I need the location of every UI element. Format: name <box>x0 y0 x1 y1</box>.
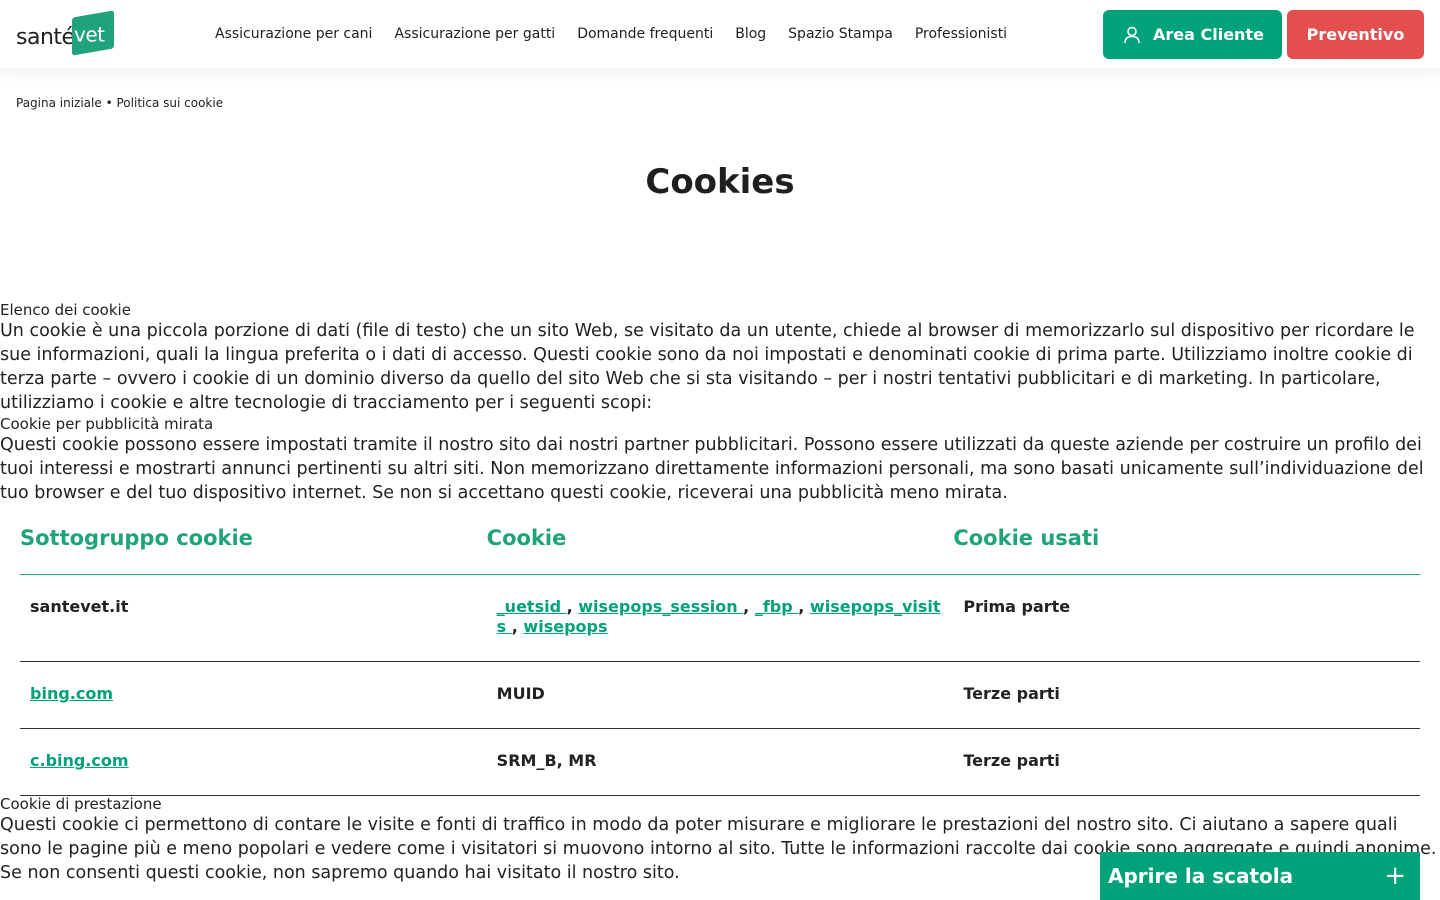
cookies-cell: SRM_B, MR <box>496 751 597 770</box>
open-box-label: Aprire la scatola <box>1108 864 1294 888</box>
table-row: c.bing.com SRM_B, MR Terze parti <box>20 729 1420 796</box>
targeted-ads-text: Questi cookie possono essere impostati t… <box>0 435 1424 503</box>
subgroup-cell: bing.com <box>20 684 487 728</box>
table-row: santevet.it _uetsid , wisepops_session ,… <box>20 575 1420 662</box>
table-header: Sottogruppo cookie <box>20 526 253 550</box>
nav-cat-insurance[interactable]: Assicurazione per gatti <box>394 26 555 42</box>
breadcrumb-separator: • <box>105 96 113 110</box>
logo-box-text: vet <box>74 22 105 47</box>
table-row: bing.com MUID Terze parti <box>20 662 1420 729</box>
section-heading-targeted-ads: Cookie per pubblicità mirata <box>0 415 214 433</box>
logo-vet-box: vet <box>72 10 114 56</box>
section-heading-performance: Cookie di prestazione <box>0 795 162 813</box>
preventivo-label: Preventivo <box>1306 25 1405 44</box>
cookie-list-section: Elenco dei cookie Un cookie è una piccol… <box>0 301 1440 505</box>
cookie-table: Sottogruppo cookie Cookie Cookie usati s… <box>20 518 1420 796</box>
table-header-row: Sottogruppo cookie Cookie Cookie usati <box>20 518 1420 575</box>
subgroup-cell: c.bing.com <box>20 751 487 795</box>
table-header: Cookie usati <box>953 526 1100 550</box>
cookies-cell: MUID <box>496 684 545 703</box>
cookie-link[interactable]: _uetsid <box>497 597 567 616</box>
page-title: Cookies <box>645 162 795 202</box>
breadcrumb: Pagina iniziale • Politica sui cookie <box>16 96 223 110</box>
subgroup-cell: santevet.it <box>30 597 129 616</box>
preventivo-button[interactable]: Preventivo <box>1287 10 1424 59</box>
main-nav: Assicurazione per cani Assicurazione per… <box>215 26 1007 42</box>
subgroup-link[interactable]: c.bing.com <box>30 751 129 770</box>
breadcrumb-current: Politica sui cookie <box>116 96 224 110</box>
used-cell: Terze parti <box>963 751 1060 770</box>
cookie-intro-text: Un cookie è una piccola porzione di dati… <box>0 321 1415 413</box>
area-cliente-button[interactable]: Area Cliente <box>1103 10 1282 59</box>
breadcrumb-home[interactable]: Pagina iniziale <box>16 96 102 110</box>
site-header: santé vet Assicurazione per cani Assicur… <box>0 0 1440 68</box>
used-cell: Terze parti <box>963 684 1060 703</box>
nav-dog-insurance[interactable]: Assicurazione per cani <box>215 26 372 42</box>
cookies-cell: _uetsid , wisepops_session , _fbp , wise… <box>496 597 941 636</box>
nav-blog[interactable]: Blog <box>735 26 766 42</box>
area-cliente-label: Area Cliente <box>1153 25 1264 44</box>
open-box-button[interactable]: Aprire la scatola + <box>1100 852 1420 900</box>
nav-press[interactable]: Spazio Stampa <box>788 26 893 42</box>
logo-text: santé <box>16 25 75 50</box>
cookie-link[interactable]: _fbp <box>755 597 798 616</box>
cookie-link[interactable]: wisepops_session <box>578 597 743 616</box>
subgroup-link[interactable]: bing.com <box>30 684 113 703</box>
table-header: Cookie <box>486 526 567 550</box>
plus-icon: + <box>1384 861 1406 891</box>
user-icon <box>1124 26 1140 43</box>
nav-professionals[interactable]: Professionisti <box>915 26 1007 42</box>
nav-faq[interactable]: Domande frequenti <box>577 26 713 42</box>
cookie-link[interactable]: wisepops <box>523 617 607 636</box>
santevet-logo[interactable]: santé vet <box>16 10 116 56</box>
used-cell: Prima parte <box>963 597 1071 616</box>
section-heading-cookie-list: Elenco dei cookie <box>0 301 131 319</box>
